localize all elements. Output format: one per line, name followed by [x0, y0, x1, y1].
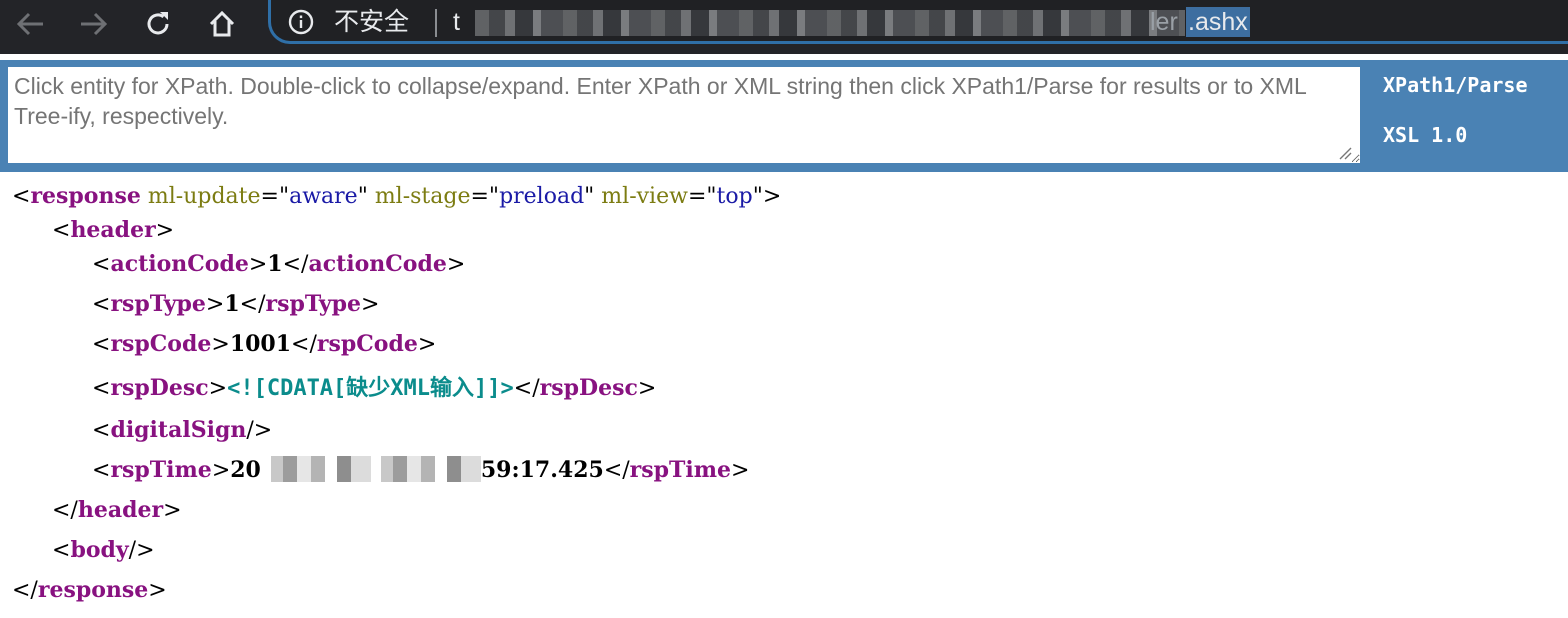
tag-name: rspTime [629, 457, 732, 483]
url-selected-suffix[interactable]: .ashx [1186, 7, 1250, 37]
address-separator [435, 9, 437, 37]
xml-node-rspType[interactable]: <rspType>1</rspType> [92, 289, 379, 320]
tag-name: rspCode [110, 331, 212, 357]
tag-name: response [37, 577, 149, 603]
xml-body-node[interactable]: <body/> [52, 535, 155, 566]
node-value: 1 [267, 251, 283, 277]
xsl-button[interactable]: XSL 1.0 [1383, 123, 1467, 147]
home-icon[interactable] [202, 7, 242, 41]
cdata-value: <![CDATA[缺少XML输入]]> [227, 376, 514, 401]
node-value-prefix: 20 [230, 457, 261, 483]
xml-node-actionCode[interactable]: <actionCode>1</actionCode> [92, 249, 465, 280]
tag-name: actionCode [110, 251, 249, 277]
node-value-suffix: 59:17.425 [480, 457, 604, 483]
xpath-parse-button[interactable]: XPath1/Parse [1383, 73, 1528, 97]
attr-name: ml-update [147, 184, 261, 209]
xml-node-digitalSign[interactable]: <digitalSign/> [92, 415, 272, 446]
tag-name: header [70, 217, 156, 243]
tag-name: actionCode [308, 251, 447, 277]
info-icon[interactable] [288, 9, 314, 35]
tag-name: response [30, 183, 141, 209]
url-partial[interactable]: ler [1150, 6, 1178, 38]
value-redacted [260, 456, 481, 482]
attr-value: aware [289, 184, 358, 209]
forward-arrow-icon[interactable] [74, 7, 114, 41]
url-prefix[interactable]: t [453, 6, 460, 38]
attr-value: top [716, 184, 753, 209]
xpath-input[interactable] [8, 67, 1360, 163]
xml-root-open[interactable]: <response ml-update="aware" ml-stage="pr… [12, 181, 781, 212]
xml-node-rspCode[interactable]: <rspCode>1001</rspCode> [92, 329, 436, 360]
resize-grip-icon[interactable] [1338, 146, 1352, 160]
url-redacted [475, 10, 1185, 36]
back-arrow-icon[interactable] [10, 7, 50, 41]
tag-name: rspTime [110, 457, 212, 483]
tag-name: rspDesc [110, 375, 209, 401]
tag-name: digitalSign [110, 417, 247, 443]
xml-root-close[interactable]: </response> [12, 575, 167, 606]
xml-node-rspTime[interactable]: <rspTime>20 59:17.425</rspTime> [92, 455, 749, 486]
node-value: 1 [224, 291, 240, 317]
attr-name: ml-stage [374, 184, 471, 209]
security-status[interactable]: 不安全 [334, 6, 409, 38]
reload-icon[interactable] [138, 7, 178, 41]
attr-value: preload [499, 184, 585, 209]
tag-name: rspCode [316, 331, 418, 357]
tag-name: rspType [265, 291, 362, 317]
tag-name: rspDesc [539, 375, 638, 401]
tag-name: rspType [110, 291, 206, 317]
tag-name: header [77, 497, 164, 523]
xml-header-close[interactable]: </header> [52, 495, 182, 526]
browser-toolbar: 不安全 t ler .ashx [0, 0, 1568, 54]
node-value: 1001 [229, 331, 292, 357]
xml-node-rspDesc[interactable]: <rspDesc><![CDATA[缺少XML输入]]></rspDesc> [92, 373, 656, 404]
tag-name: body [70, 537, 129, 563]
xml-header-open[interactable]: <header> [52, 215, 174, 246]
xpath-panel: XPath1/Parse XSL 1.0 [0, 60, 1568, 172]
attr-name: ml-view [601, 184, 688, 209]
